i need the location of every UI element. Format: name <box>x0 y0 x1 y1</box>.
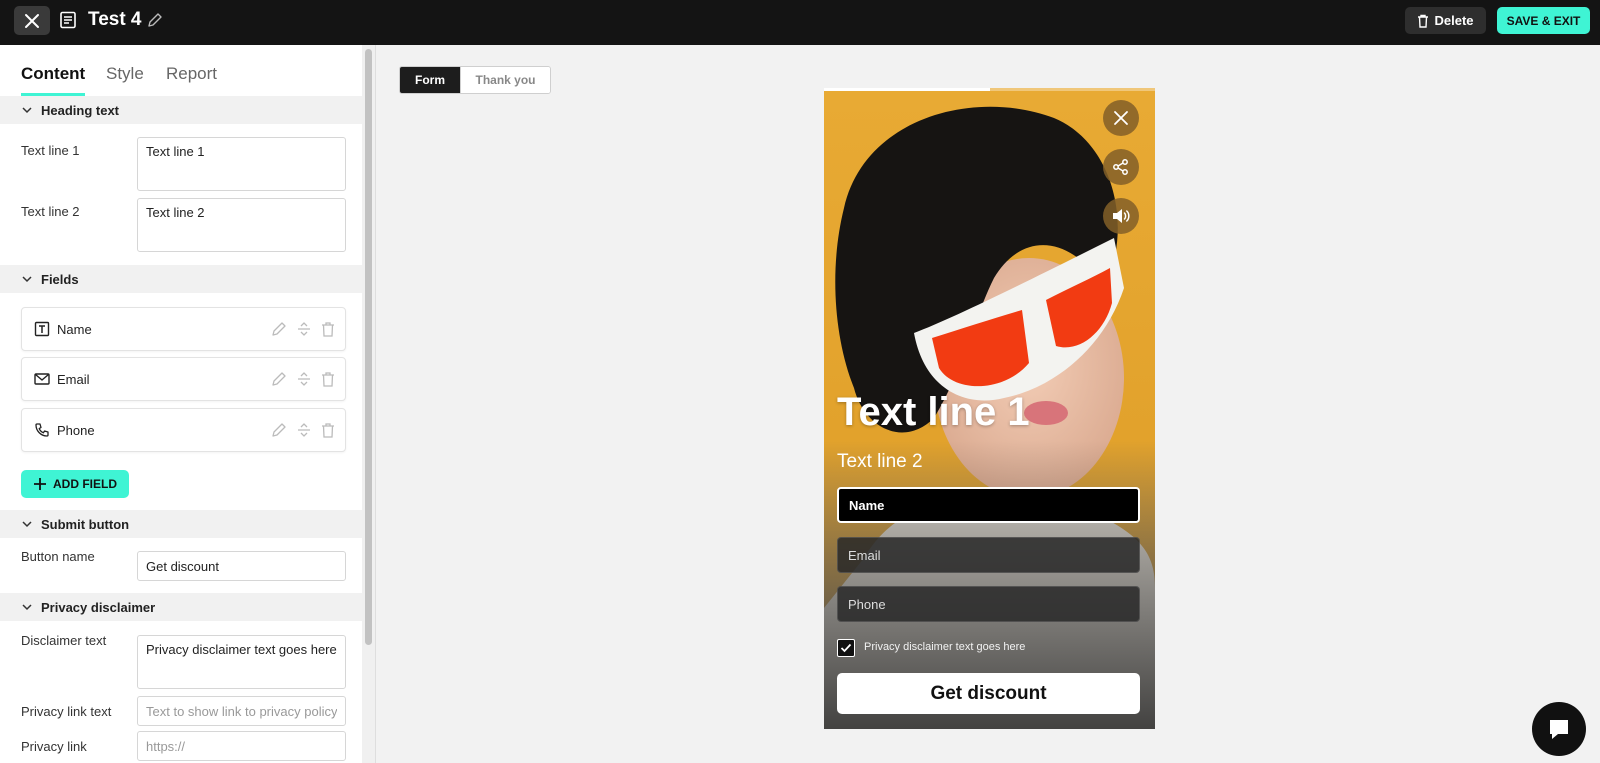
form-preview: Text line 1 Text line 2 Name Email Phone… <box>824 88 1155 729</box>
disclaimer-text-input[interactable] <box>137 635 346 689</box>
top-bar: Test 4 Delete SAVE & EXIT <box>0 0 1600 45</box>
privacy-checkbox[interactable] <box>837 639 855 657</box>
edit-icon[interactable] <box>271 321 287 337</box>
document-icon <box>60 11 76 29</box>
content-panel: Content Style Report Heading text Text l… <box>0 45 362 763</box>
preview-close-button[interactable] <box>1103 100 1139 136</box>
disclaimer-text-label: Disclaimer text <box>21 633 107 648</box>
edit-icon[interactable] <box>271 371 287 387</box>
button-name-label: Button name <box>21 549 95 564</box>
text-line-1-input[interactable] <box>137 137 346 191</box>
text-line-1-label: Text line 1 <box>21 143 80 158</box>
chevron-down-icon <box>22 276 32 283</box>
reorder-icon[interactable] <box>296 422 312 438</box>
field-item-label: Name <box>57 322 92 337</box>
add-field-button[interactable]: ADD FIELD <box>21 470 129 498</box>
story-progress-fill <box>824 88 990 91</box>
text-line-2-input[interactable] <box>137 198 346 252</box>
chat-icon <box>1550 720 1568 739</box>
scrollbar-thumb[interactable] <box>365 49 372 645</box>
section-title: Submit button <box>41 516 130 532</box>
reorder-icon[interactable] <box>296 321 312 337</box>
edit-title-icon[interactable] <box>147 12 163 28</box>
trash-icon[interactable] <box>320 371 336 387</box>
reorder-icon[interactable] <box>296 371 312 387</box>
section-fields[interactable]: Fields <box>0 265 362 293</box>
share-button[interactable] <box>1103 149 1139 185</box>
field-item-label: Phone <box>57 423 95 438</box>
tab-style[interactable]: Style <box>106 64 144 84</box>
preview-tab-thank-you[interactable]: Thank you <box>460 67 550 93</box>
button-name-input[interactable] <box>137 551 346 581</box>
delete-button[interactable]: Delete <box>1405 7 1486 34</box>
text-field-icon <box>34 321 50 337</box>
close-icon <box>1114 111 1128 125</box>
section-heading-text[interactable]: Heading text <box>0 96 362 124</box>
privacy-link-input[interactable] <box>137 731 346 761</box>
add-field-label: ADD FIELD <box>53 477 117 491</box>
sound-button[interactable] <box>1103 198 1139 234</box>
checkmark-icon <box>840 643 852 653</box>
trash-icon[interactable] <box>320 422 336 438</box>
preview-tabs: Form Thank you <box>399 66 551 94</box>
speaker-icon <box>1113 209 1130 223</box>
chevron-down-icon <box>22 107 32 114</box>
preview-heading-2: Text line 2 <box>837 451 923 472</box>
text-line-2-label: Text line 2 <box>21 204 80 219</box>
story-progress-bar <box>824 88 1155 91</box>
preview-phone-input[interactable]: Phone <box>837 586 1140 622</box>
share-icon <box>1113 159 1128 175</box>
privacy-disclaimer-text: Privacy disclaimer text goes here <box>864 641 1026 653</box>
edit-icon[interactable] <box>271 422 287 438</box>
tab-content[interactable]: Content <box>21 64 85 84</box>
close-icon <box>25 13 39 28</box>
section-title: Privacy disclaimer <box>41 599 156 615</box>
get-discount-button[interactable]: Get discount <box>837 673 1140 714</box>
trash-icon <box>1418 14 1429 28</box>
preview-email-input[interactable]: Email <box>837 537 1140 573</box>
plus-icon <box>34 478 46 490</box>
editor-tabs: Content Style Report <box>0 45 362 97</box>
section-title: Heading text <box>41 102 120 118</box>
field-item-name[interactable]: Name <box>21 307 346 351</box>
field-item-label: Email <box>57 372 90 387</box>
preview-heading-1: Text line 1 <box>837 390 1030 434</box>
field-item-phone[interactable]: Phone <box>21 408 346 452</box>
phone-icon <box>35 423 49 437</box>
privacy-link-text-label: Privacy link text <box>21 704 112 719</box>
chat-support-button[interactable] <box>1532 702 1586 756</box>
section-submit-button[interactable]: Submit button <box>0 510 362 538</box>
preview-name-input[interactable]: Name <box>837 487 1140 523</box>
field-item-email[interactable]: Email <box>21 357 346 401</box>
privacy-link-text-input[interactable] <box>137 696 346 726</box>
trash-icon[interactable] <box>320 321 336 337</box>
chevron-down-icon <box>22 521 32 528</box>
preview-tab-form[interactable]: Form <box>400 67 460 93</box>
delete-button-label: Delete <box>1434 13 1474 28</box>
section-privacy-disclaimer[interactable]: Privacy disclaimer <box>0 593 362 621</box>
page-title: Test 4 <box>88 9 142 30</box>
section-title: Fields <box>41 271 79 287</box>
mail-icon <box>34 373 50 385</box>
panel-scrollbar[interactable] <box>362 45 376 763</box>
chevron-down-icon <box>22 604 32 611</box>
tab-report[interactable]: Report <box>166 64 217 84</box>
save-exit-button[interactable]: SAVE & EXIT <box>1497 7 1590 34</box>
privacy-link-label: Privacy link <box>21 739 87 754</box>
close-button[interactable] <box>14 6 50 35</box>
